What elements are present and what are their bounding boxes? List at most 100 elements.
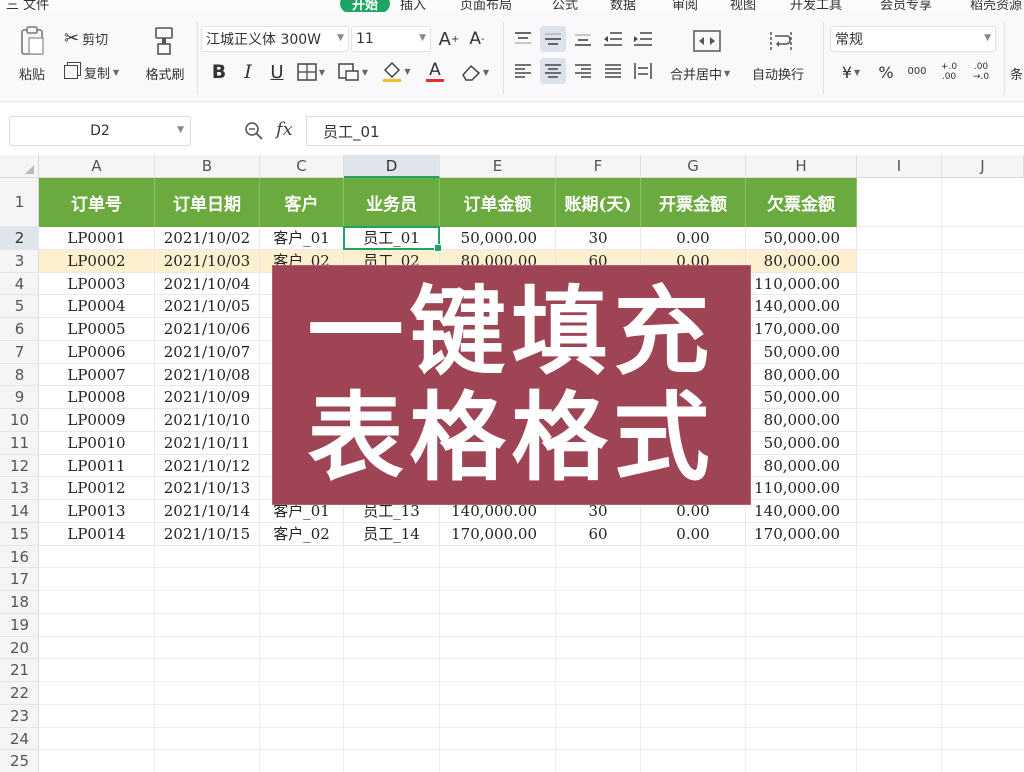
table-cell[interactable]: 2021/10/08: [155, 363, 260, 387]
row-header[interactable]: 19: [0, 614, 39, 637]
column-header[interactable]: E: [440, 155, 556, 178]
menu-item[interactable]: 开始: [340, 0, 391, 12]
menu-item[interactable]: 会员专享: [880, 0, 932, 12]
align-justify-icon[interactable]: [602, 60, 624, 82]
row-header[interactable]: 17: [0, 568, 39, 591]
formula-input[interactable]: 员工_01: [306, 116, 1024, 146]
format-painter-button[interactable]: 格式刷: [140, 64, 190, 83]
row-header[interactable]: 3: [0, 250, 39, 273]
table-cell[interactable]: LP0002: [39, 249, 155, 273]
row-header[interactable]: 13: [0, 477, 39, 500]
table-cell[interactable]: 170,000.00: [440, 522, 556, 546]
font-name-select[interactable]: 江城正义体 300W ▼: [201, 26, 349, 52]
column-header[interactable]: G: [641, 155, 746, 178]
number-format-select[interactable]: 常规 ▼: [830, 26, 996, 52]
row-header[interactable]: 18: [0, 591, 39, 614]
table-cell[interactable]: 80,000.00: [746, 363, 857, 387]
merge-center-button[interactable]: 合并居中 ▼: [670, 64, 730, 83]
table-cell[interactable]: 50,000.00: [746, 340, 857, 364]
align-right-icon[interactable]: [572, 60, 594, 82]
row-header[interactable]: 20: [0, 637, 39, 660]
table-header-cell[interactable]: 欠票金额: [746, 178, 857, 227]
table-cell[interactable]: LP0014: [39, 522, 155, 546]
merge-center-icon[interactable]: [690, 26, 724, 56]
table-cell[interactable]: 60: [556, 522, 641, 546]
table-header-cell[interactable]: 业务员: [344, 178, 440, 227]
table-cell[interactable]: LP0010: [39, 431, 155, 455]
table-cell[interactable]: 2021/10/09: [155, 386, 260, 409]
table-cell[interactable]: 110,000.00: [746, 272, 857, 296]
row-header[interactable]: 14: [0, 500, 39, 523]
table-cell[interactable]: LP0007: [39, 363, 155, 387]
menu-item[interactable]: 公式: [552, 0, 578, 12]
table-cell[interactable]: 110,000.00: [746, 477, 857, 500]
paste-button[interactable]: 粘贴: [12, 64, 52, 83]
underline-button[interactable]: U: [266, 60, 288, 84]
table-header-cell[interactable]: 账期(天): [556, 178, 641, 227]
format-painter-icon[interactable]: [148, 24, 180, 58]
insert-function-button[interactable]: fx: [276, 119, 293, 140]
row-header[interactable]: 1: [0, 178, 39, 227]
table-cell[interactable]: LP0009: [39, 409, 155, 432]
row-header[interactable]: 16: [0, 546, 39, 569]
table-cell[interactable]: 2021/10/13: [155, 477, 260, 500]
menu-item[interactable]: 稻壳资源: [970, 0, 1022, 12]
name-box[interactable]: D2 ▼: [9, 116, 191, 146]
table-cell[interactable]: 80,000.00: [746, 409, 857, 432]
font-size-select[interactable]: 11 ▼: [351, 26, 431, 52]
row-header[interactable]: 2: [0, 227, 39, 250]
table-cell[interactable]: 2021/10/04: [155, 272, 260, 296]
menu-item[interactable]: 视图: [730, 0, 756, 12]
table-cell[interactable]: 50,000.00: [440, 227, 556, 250]
eraser-icon[interactable]: ▼: [458, 60, 492, 84]
table-cell[interactable]: 2021/10/06: [155, 318, 260, 341]
table-cell[interactable]: 80,000.00: [746, 454, 857, 478]
row-header[interactable]: 24: [0, 728, 39, 751]
table-cell[interactable]: LP0013: [39, 500, 155, 523]
align-left-icon[interactable]: [512, 60, 534, 82]
table-cell[interactable]: 2021/10/05: [155, 295, 260, 318]
table-header-cell[interactable]: 订单金额: [440, 178, 556, 227]
table-cell[interactable]: 2021/10/11: [155, 431, 260, 455]
table-cell[interactable]: 80,000.00: [746, 249, 857, 273]
table-cell[interactable]: 30: [556, 227, 641, 250]
italic-button[interactable]: I: [238, 60, 258, 84]
table-header-cell[interactable]: 订单号: [39, 178, 155, 227]
wrap-text-icon[interactable]: [766, 26, 796, 56]
table-header-cell[interactable]: 客户: [260, 178, 344, 227]
increase-font-icon[interactable]: A +: [438, 26, 460, 52]
table-cell[interactable]: 员工_01: [344, 227, 440, 250]
increase-decimal-icon[interactable]: +.0 .00: [934, 60, 964, 84]
row-header[interactable]: 25: [0, 750, 39, 772]
row-header[interactable]: 9: [0, 386, 39, 409]
table-cell[interactable]: 客户_02: [260, 522, 344, 546]
table-cell[interactable]: 2021/10/03: [155, 249, 260, 273]
auto-wrap-button[interactable]: 自动换行: [752, 64, 804, 83]
menu-item[interactable]: 数据: [610, 0, 636, 12]
table-cell[interactable]: 2021/10/02: [155, 227, 260, 250]
table-cell[interactable]: 140,000.00: [746, 500, 857, 523]
table-cell[interactable]: LP0004: [39, 295, 155, 318]
row-header[interactable]: 7: [0, 341, 39, 364]
copy-button[interactable]: 复制 ▼: [64, 62, 119, 82]
table-cell[interactable]: 0.00: [641, 227, 746, 250]
thousands-separator-icon[interactable]: 000: [904, 60, 930, 84]
align-center-icon[interactable]: [540, 58, 566, 84]
column-header[interactable]: C: [260, 155, 344, 178]
decrease-decimal-icon[interactable]: .00 →.0: [966, 60, 996, 84]
row-header[interactable]: 8: [0, 364, 39, 387]
decrease-font-icon[interactable]: A-: [466, 26, 488, 52]
bold-button[interactable]: B: [208, 60, 230, 84]
column-header[interactable]: F: [556, 155, 641, 178]
table-cell[interactable]: LP0006: [39, 340, 155, 364]
menu-item[interactable]: 插入: [400, 0, 426, 12]
column-header[interactable]: A: [39, 155, 155, 178]
table-cell[interactable]: 2021/10/14: [155, 500, 260, 523]
row-header[interactable]: 21: [0, 659, 39, 682]
table-cell[interactable]: LP0011: [39, 454, 155, 478]
font-color-icon[interactable]: A: [420, 58, 450, 84]
table-cell[interactable]: 2021/10/10: [155, 409, 260, 432]
column-header[interactable]: H: [746, 155, 857, 178]
cell-style-icon[interactable]: ▼: [336, 60, 370, 84]
table-cell[interactable]: LP0001: [39, 227, 155, 250]
